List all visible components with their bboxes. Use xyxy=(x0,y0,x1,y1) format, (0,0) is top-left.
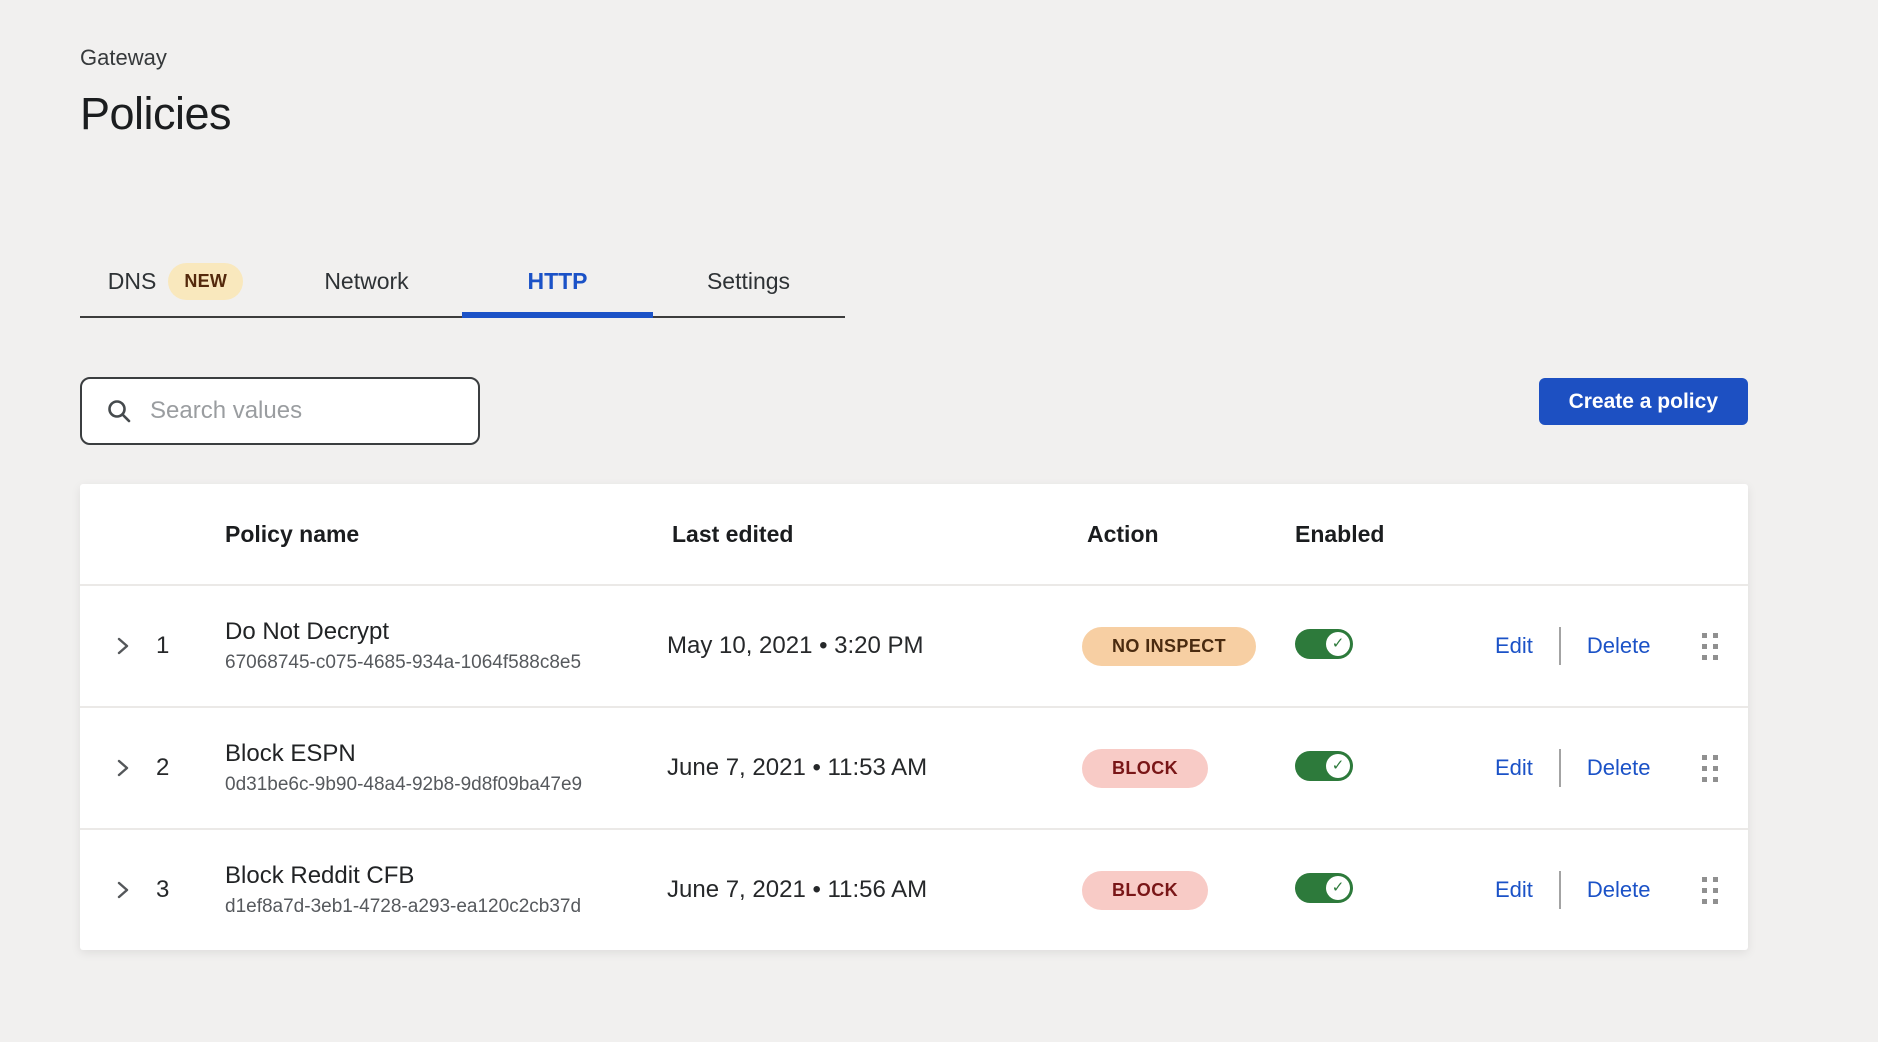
create-policy-button[interactable]: Create a policy xyxy=(1539,378,1748,425)
tab-bar: DNS NEW Network HTTP Settings xyxy=(80,246,845,318)
search-icon xyxy=(106,398,132,424)
table-row: 3 Block Reddit CFB d1ef8a7d-3eb1-4728-a2… xyxy=(80,828,1748,950)
action-badge: NO INSPECT xyxy=(1082,627,1256,666)
row-number: 3 xyxy=(144,876,220,904)
drag-handle-icon[interactable] xyxy=(1702,755,1718,782)
table-row: 1 Do Not Decrypt 67068745-c075-4685-934a… xyxy=(80,584,1748,706)
delete-link[interactable]: Delete xyxy=(1587,755,1651,781)
check-icon: ✓ xyxy=(1332,758,1345,773)
expand-row-button[interactable] xyxy=(80,636,144,656)
header-policy-name: Policy name xyxy=(220,521,667,548)
expand-row-button[interactable] xyxy=(80,880,144,900)
expand-row-button[interactable] xyxy=(80,758,144,778)
drag-handle-icon[interactable] xyxy=(1702,877,1718,904)
delete-link[interactable]: Delete xyxy=(1587,877,1651,903)
search-box[interactable] xyxy=(80,377,480,445)
row-number: 2 xyxy=(144,754,220,782)
table-header-row: Policy name Last edited Action Enabled xyxy=(80,484,1748,584)
action-badge: BLOCK xyxy=(1082,749,1208,788)
tab-network[interactable]: Network xyxy=(271,246,462,316)
policy-name: Block Reddit CFB xyxy=(225,860,667,892)
check-icon: ✓ xyxy=(1332,880,1345,895)
tab-dns-label: DNS xyxy=(108,268,157,295)
policies-table: Policy name Last edited Action Enabled 1… xyxy=(80,484,1748,950)
chevron-right-icon xyxy=(115,758,131,778)
new-badge: NEW xyxy=(168,263,243,300)
check-icon: ✓ xyxy=(1332,636,1345,651)
action-separator xyxy=(1559,871,1561,909)
table-row: 2 Block ESPN 0d31be6c-9b90-48a4-92b8-9d8… xyxy=(80,706,1748,828)
header-action: Action xyxy=(1082,521,1290,548)
tab-dns[interactable]: DNS NEW xyxy=(80,246,271,316)
search-input[interactable] xyxy=(150,397,460,425)
header-last-edited: Last edited xyxy=(667,521,1082,548)
drag-handle-icon[interactable] xyxy=(1702,633,1718,660)
gateway-policies-page: Gateway Policies DNS NEW Network HTTP Se… xyxy=(0,0,1878,1042)
breadcrumb: Gateway xyxy=(80,44,1878,72)
edit-link[interactable]: Edit xyxy=(1495,877,1533,903)
policy-name: Block ESPN xyxy=(225,738,667,770)
tab-settings-label: Settings xyxy=(707,268,790,295)
edit-link[interactable]: Edit xyxy=(1495,633,1533,659)
delete-link[interactable]: Delete xyxy=(1587,633,1651,659)
policy-uuid: d1ef8a7d-3eb1-4728-a293-ea120c2cb37d xyxy=(225,894,667,920)
header-enabled: Enabled xyxy=(1290,521,1495,548)
last-edited-value: May 10, 2021 • 3:20 PM xyxy=(667,632,1082,660)
action-badge: BLOCK xyxy=(1082,871,1208,910)
policy-name: Do Not Decrypt xyxy=(225,616,667,648)
policy-uuid: 67068745-c075-4685-934a-1064f588c8e5 xyxy=(225,650,667,676)
tab-http[interactable]: HTTP xyxy=(462,246,653,316)
tab-settings[interactable]: Settings xyxy=(653,246,844,316)
last-edited-value: June 7, 2021 • 11:53 AM xyxy=(667,754,1082,782)
tab-network-label: Network xyxy=(324,268,408,295)
enabled-toggle[interactable]: ✓ xyxy=(1295,751,1353,781)
edit-link[interactable]: Edit xyxy=(1495,755,1533,781)
last-edited-value: June 7, 2021 • 11:56 AM xyxy=(667,876,1082,904)
chevron-right-icon xyxy=(115,880,131,900)
tab-http-label: HTTP xyxy=(527,268,587,295)
policy-uuid: 0d31be6c-9b90-48a4-92b8-9d8f09ba47e9 xyxy=(225,772,667,798)
toolbar: Create a policy xyxy=(80,377,1748,445)
chevron-right-icon xyxy=(115,636,131,656)
table-body: 1 Do Not Decrypt 67068745-c075-4685-934a… xyxy=(80,584,1748,950)
row-number: 1 xyxy=(144,632,220,660)
enabled-toggle[interactable]: ✓ xyxy=(1295,629,1353,659)
action-separator xyxy=(1559,749,1561,787)
page-title: Policies xyxy=(80,88,1878,140)
action-separator xyxy=(1559,627,1561,665)
enabled-toggle[interactable]: ✓ xyxy=(1295,873,1353,903)
